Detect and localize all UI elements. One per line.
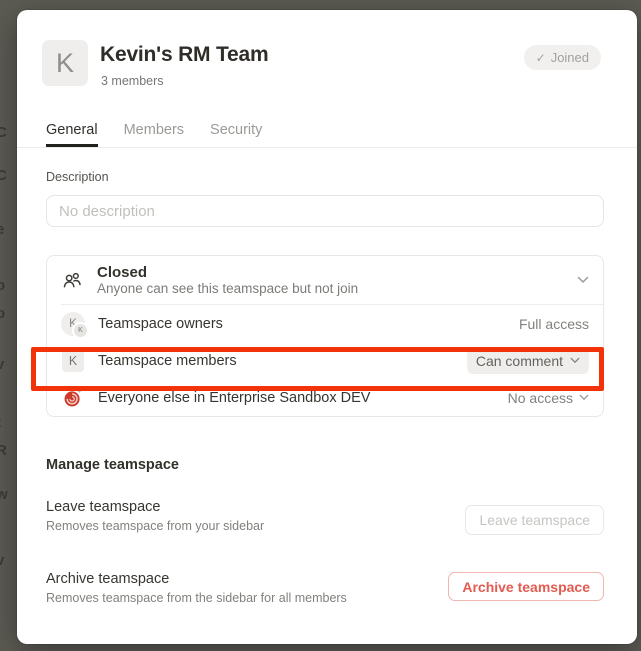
access-text: No access (508, 390, 573, 406)
background-text-fragment: o (0, 306, 8, 321)
member-count: 3 members (101, 74, 164, 88)
members-access-dropdown[interactable]: Can comment (467, 348, 589, 374)
background-text-fragment: t (0, 415, 8, 430)
archive-teamspace-button[interactable]: Archive teamspace (448, 572, 604, 601)
workspace-icon (62, 387, 84, 409)
owners-access-level: Full access (519, 316, 589, 332)
background-text-fragment: o (0, 278, 8, 293)
members-avatar: K (62, 350, 84, 372)
background-text-fragment: e (0, 222, 8, 237)
leave-teamspace-title: Leave teamspace (46, 499, 160, 515)
people-icon (62, 270, 83, 291)
access-level-subtitle: Anyone can see this teamspace but not jo… (97, 281, 564, 297)
permissions-card: Closed Anyone can see this teamspace but… (46, 255, 604, 417)
row-label: Teamspace members (98, 353, 454, 369)
owners-avatar-badge: K (72, 322, 89, 339)
background-text-fragment: w (0, 487, 8, 502)
access-level-title: Closed (97, 264, 564, 281)
background-text-fragment: v (0, 553, 8, 568)
row-teamspace-owners[interactable]: K K Teamspace owners Full access (47, 305, 603, 342)
archive-teamspace-title: Archive teamspace (46, 571, 169, 587)
screen: C Ce oo v tRw v K Kevin's RM Team 3 members ✓… (0, 0, 641, 651)
archive-teamspace-subtitle: Removes teamspace from the sidebar for a… (46, 591, 347, 605)
tab-general[interactable]: General (46, 122, 98, 147)
tab-members[interactable]: Members (124, 122, 184, 147)
description-label: Description (46, 170, 109, 184)
everyone-access-dropdown[interactable]: No access (508, 390, 589, 406)
description-input[interactable] (46, 195, 604, 227)
access-level-selector[interactable]: Closed Anyone can see this teamspace but… (47, 256, 603, 304)
chevron-down-icon (570, 357, 580, 364)
leave-teamspace-subtitle: Removes teamspace from your sidebar (46, 519, 264, 533)
access-text: Can comment (476, 353, 563, 369)
row-everyone-else[interactable]: Everyone else in Enterprise Sandbox DEV … (47, 379, 603, 416)
tab-bar: General Members Security (17, 111, 637, 148)
tab-security[interactable]: Security (210, 122, 262, 147)
check-icon: ✓ (536, 51, 546, 65)
teamspace-settings-dialog: K Kevin's RM Team 3 members ✓ Joined Gen… (17, 10, 637, 644)
teamspace-title: Kevin's RM Team (100, 43, 269, 67)
background-text-fragment: v (0, 357, 8, 372)
row-teamspace-members[interactable]: K Teamspace members Can comment (47, 342, 603, 379)
access-level-texts: Closed Anyone can see this teamspace but… (97, 264, 564, 297)
background-text-fragment: C (0, 125, 8, 140)
teamspace-avatar: K (42, 40, 88, 86)
joined-badge[interactable]: ✓ Joined (524, 45, 601, 70)
joined-label: Joined (551, 50, 589, 65)
leave-teamspace-button[interactable]: Leave teamspace (465, 505, 604, 535)
access-text: Full access (519, 316, 589, 332)
background-text-fragment: R (0, 443, 8, 458)
background-text-fragment: C (0, 168, 8, 183)
row-label: Everyone else in Enterprise Sandbox DEV (98, 390, 495, 406)
chevron-down-icon (577, 276, 589, 284)
row-label: Teamspace owners (98, 316, 506, 332)
owners-avatar: K K (61, 312, 85, 336)
manage-section-title: Manage teamspace (46, 457, 179, 473)
chevron-down-icon (579, 394, 589, 401)
